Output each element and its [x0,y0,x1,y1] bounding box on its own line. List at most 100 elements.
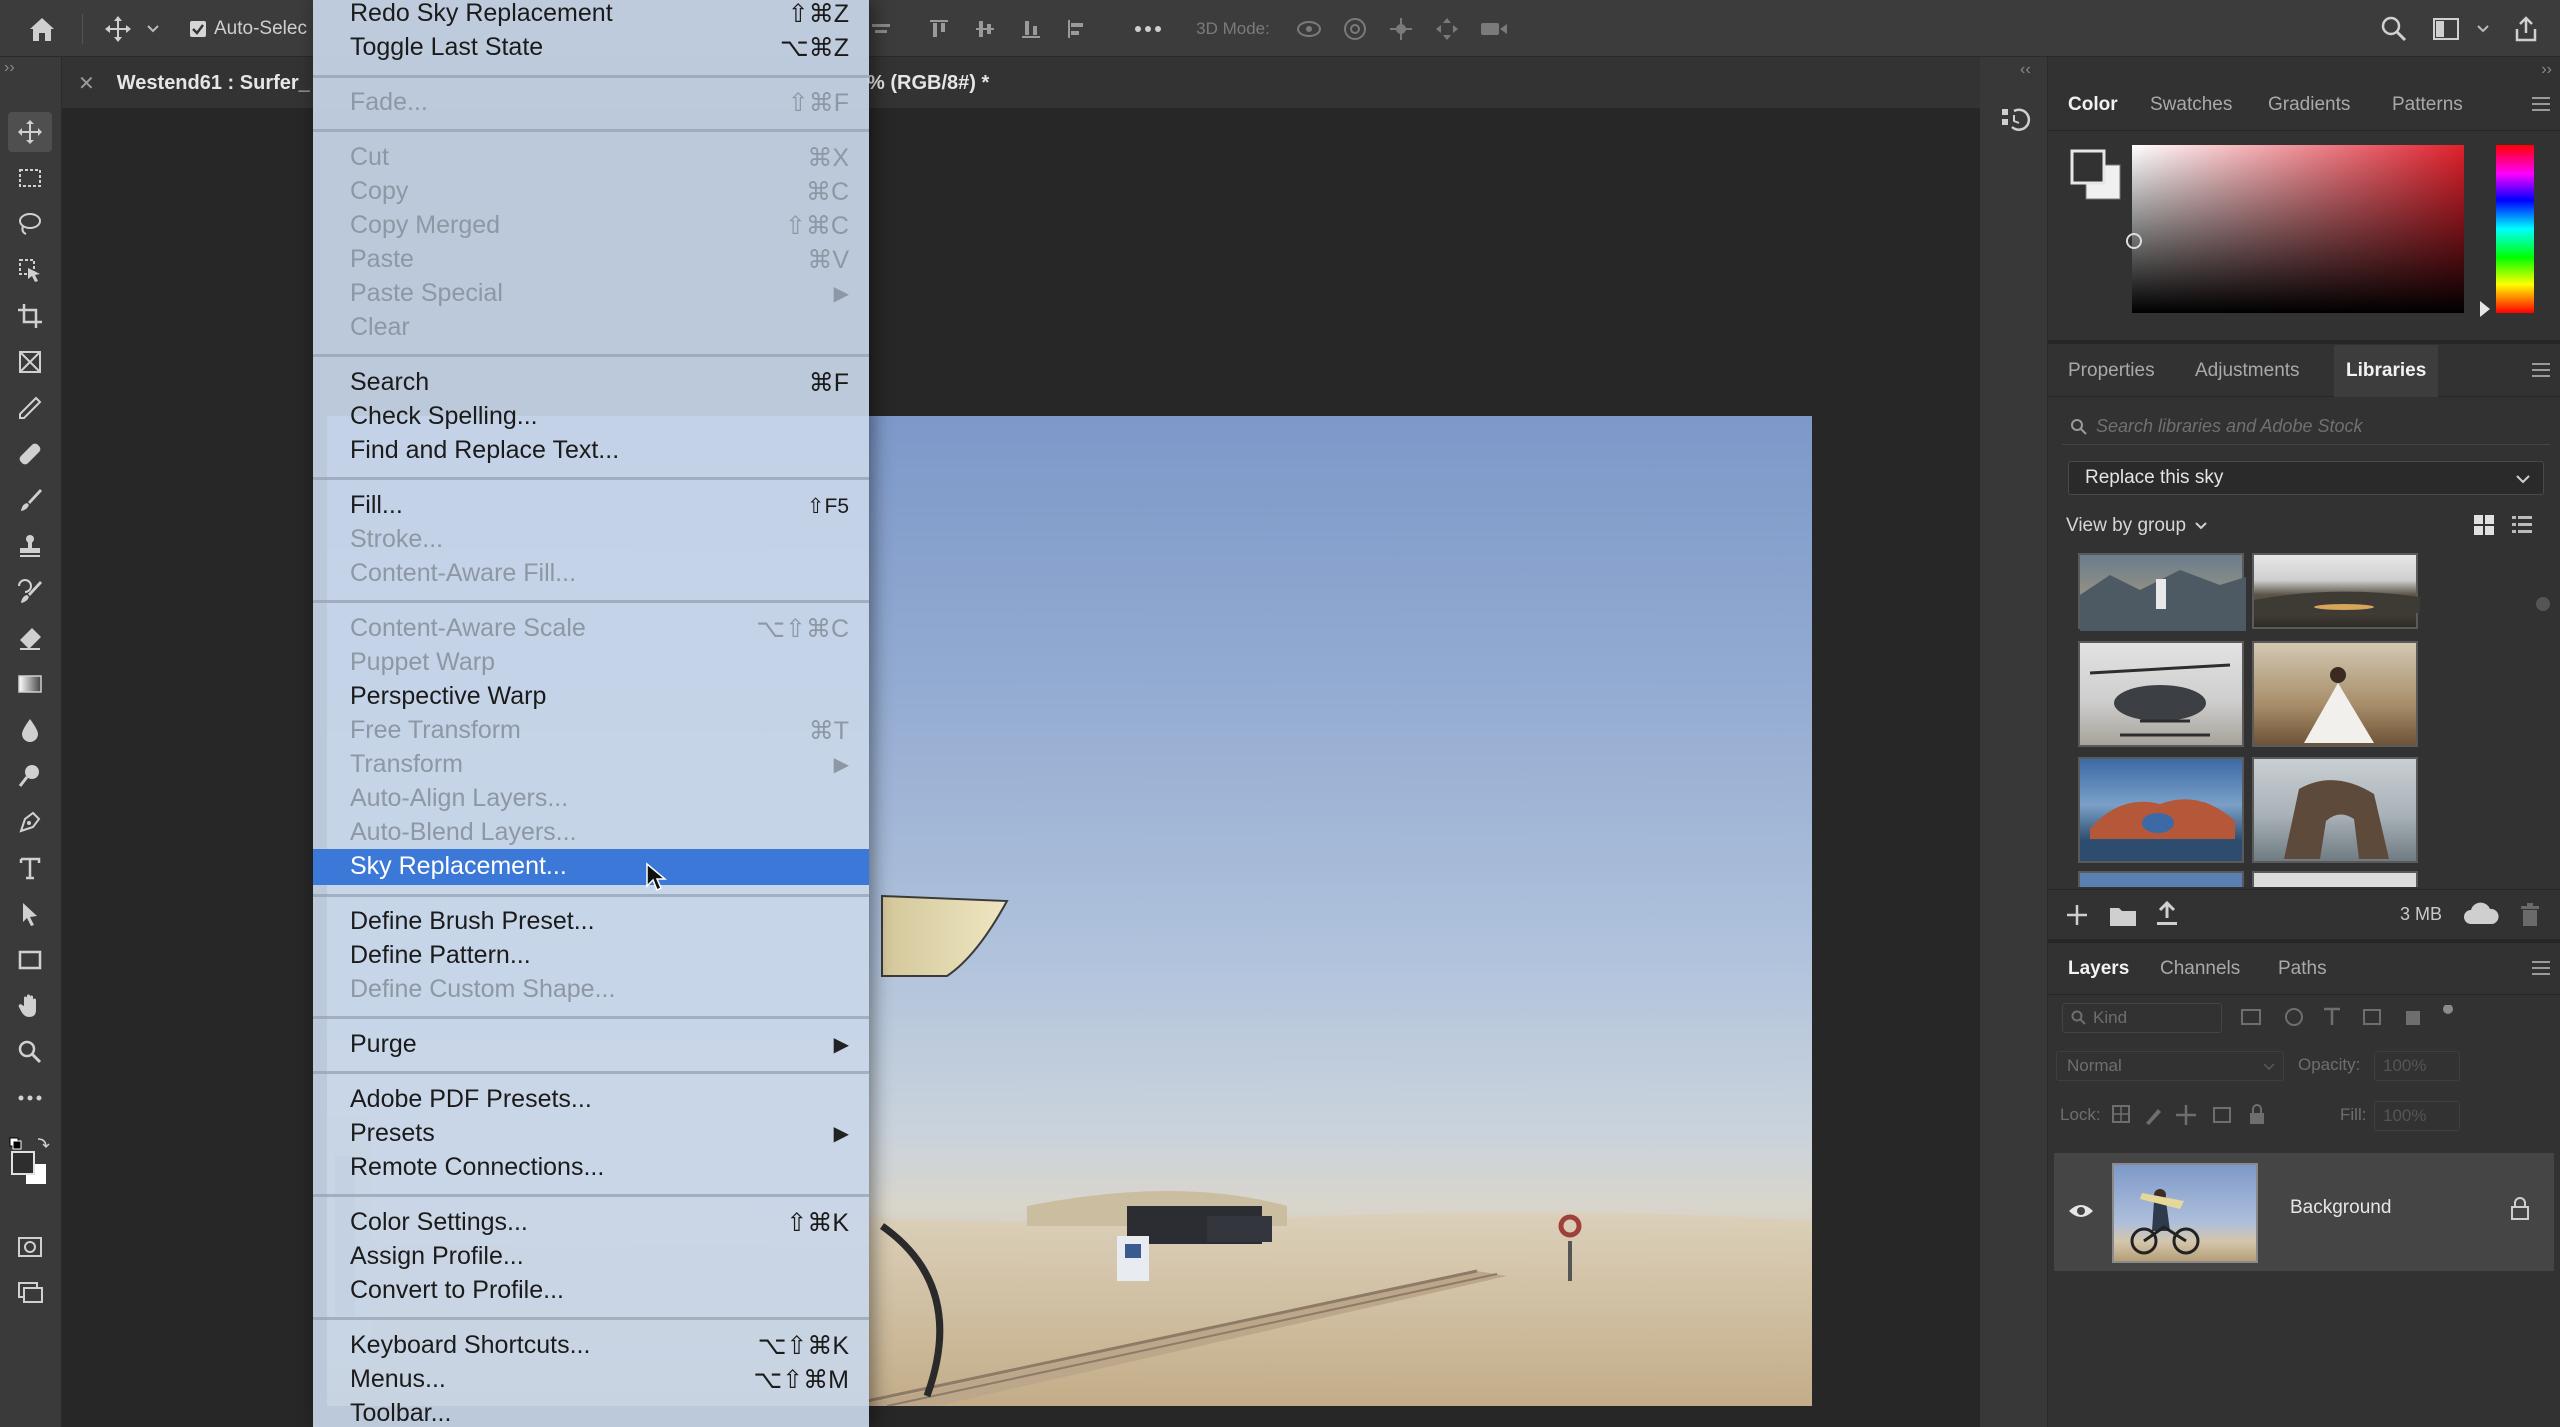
lasso-tool-button[interactable] [8,204,52,244]
blend-mode-select[interactable]: Normal [2056,1051,2284,1081]
tab-adjustments[interactable]: Adjustments [2195,345,2300,397]
workspace-icon[interactable] [2428,0,2464,57]
menu-item-paste[interactable]: Paste ⌘V [313,243,869,277]
menu-item-define-brush-preset[interactable]: Define Brush Preset... [313,905,869,939]
tab-gradients[interactable]: Gradients [2268,79,2350,131]
menu-item-paste-special[interactable]: Paste Special ▶ [313,277,869,311]
foreground-background-color-swatch[interactable] [8,1132,52,1192]
menu-item-copy[interactable]: Copy ⌘C [313,175,869,209]
3d-pan-icon[interactable] [1384,0,1418,57]
eyedropper-tool-button[interactable] [8,388,52,428]
library-thumbnail[interactable] [2078,553,2246,631]
color-field[interactable] [2126,145,2464,313]
library-thumbnail[interactable] [2078,641,2244,747]
menu-item-content-aware-fill[interactable]: Content-Aware Fill... [313,557,869,591]
home-icon[interactable] [22,0,62,57]
3d-slide-icon[interactable] [1430,0,1464,57]
edit-toolbar-icon[interactable] [8,1078,52,1118]
share-icon[interactable] [2508,0,2544,57]
menu-item-puppet-warp[interactable]: Puppet Warp [313,646,869,680]
tab-paths[interactable]: Paths [2278,943,2327,995]
hand-tool-button[interactable] [8,986,52,1026]
color-picker-handle[interactable] [2126,233,2142,249]
search-icon[interactable] [2376,0,2412,57]
libraries-scrollbar-thumb[interactable] [2536,597,2550,611]
menu-item-redo-sky-replacement[interactable]: Redo Sky Replacement ⇧⌘Z [313,0,869,31]
screen-mode-icon[interactable] [8,1273,52,1313]
menu-item-auto-blend-layers[interactable]: Auto-Blend Layers... [313,816,869,850]
marquee-tool-button[interactable] [8,158,52,198]
menu-item-find-and-replace-text[interactable]: Find and Replace Text... [313,434,869,468]
toolbar-collapse-icon[interactable]: ›› [4,59,15,77]
menu-item-transform[interactable]: Transform ▶ [313,748,869,782]
menu-item-convert-to-profile[interactable]: Convert to Profile... [313,1274,869,1308]
menu-item-stroke[interactable]: Stroke... [313,523,869,557]
list-view-icon[interactable] [2510,513,2534,537]
document-tab[interactable]: ✕ Westend61 : Surfer_ [78,57,310,109]
library-select[interactable]: Replace this sky [2068,461,2544,495]
view-by-group-dropdown[interactable]: View by group [2066,511,2208,541]
tab-channels[interactable]: Channels [2160,943,2240,995]
workspace-chevron-icon[interactable] [2472,0,2494,57]
menu-item-keyboard-shortcuts[interactable]: Keyboard Shortcuts... ⌥⇧⌘K [313,1329,869,1363]
type-tool-button[interactable] [8,848,52,888]
menu-item-adobe-pdf-presets[interactable]: Adobe PDF Presets... [313,1083,869,1117]
add-element-icon[interactable] [2064,902,2090,933]
panel-collapse-icon[interactable]: ›› [2541,61,2552,79]
cloud-icon[interactable] [2462,900,2500,933]
dock-collapse-icon[interactable]: ‹‹ [2020,61,2031,79]
menu-item-auto-align-layers[interactable]: Auto-Align Layers... [313,782,869,816]
document-tab-suffix[interactable]: % (RGB/8#) * [867,57,989,109]
menu-item-toolbar[interactable]: Toolbar... [313,1397,869,1427]
move-tool-button[interactable] [8,112,52,152]
align-vertical-center-icon[interactable] [970,0,1000,57]
grid-view-icon[interactable] [2472,513,2496,537]
menu-item-free-transform[interactable]: Free Transform ⌘T [313,714,869,748]
library-thumbnail[interactable] [2078,757,2244,863]
folder-icon[interactable] [2108,902,2138,933]
fill-field[interactable]: 100% [2374,1101,2460,1131]
menu-item-copy-merged[interactable]: Copy Merged ⇧⌘C [313,209,869,243]
eraser-tool-button[interactable] [8,618,52,658]
menu-item-perspective-warp[interactable]: Perspective Warp [313,680,869,714]
align-top-icon[interactable] [924,0,954,57]
menu-item-fade[interactable]: Fade... ⇧⌘F [313,86,869,120]
library-thumbnail[interactable] [2252,757,2418,863]
tab-patterns[interactable]: Patterns [2392,79,2463,131]
libraries-panel-menu-icon[interactable] [2532,363,2550,377]
trash-icon[interactable] [2518,902,2542,933]
path-selection-tool-button[interactable] [8,894,52,934]
move-tool-icon[interactable] [98,0,138,57]
fg-bg-color-preview[interactable] [2068,147,2124,203]
layer-row[interactable]: Background [2054,1153,2554,1271]
history-brush-tool-button[interactable] [8,572,52,612]
color-panel-menu-icon[interactable] [2532,97,2550,111]
3d-camera-icon[interactable] [1476,0,1512,57]
opacity-field[interactable]: 100% [2374,1051,2460,1081]
libraries-search-field[interactable]: Search libraries and Adobe Stock [2062,409,2550,445]
tab-color[interactable]: Color [2068,79,2118,131]
menu-item-cut[interactable]: Cut ⌘X [313,141,869,175]
menu-item-menus[interactable]: Menus... ⌥⇧⌘M [313,1363,869,1397]
object-selection-tool-button[interactable] [8,250,52,290]
menu-item-presets[interactable]: Presets ▶ [313,1117,869,1151]
layers-panel-menu-icon[interactable] [2532,961,2550,975]
dodge-tool-button[interactable] [8,756,52,796]
menu-item-define-pattern[interactable]: Define Pattern... [313,939,869,973]
tab-libraries[interactable]: Libraries [2334,345,2439,397]
library-thumbnail[interactable] [2252,553,2420,629]
menu-item-clear[interactable]: Clear [313,311,869,345]
menu-item-define-custom-shape[interactable]: Define Custom Shape... [313,973,869,1007]
menu-item-check-spelling[interactable]: Check Spelling... [313,400,869,434]
menu-item-assign-profile[interactable]: Assign Profile... [313,1240,869,1274]
3d-orbit-icon[interactable] [1292,0,1326,57]
align-left-icon[interactable] [1062,0,1092,57]
hue-slider-marker[interactable] [2480,301,2490,317]
pen-tool-button[interactable] [8,802,52,842]
gradient-tool-button[interactable] [8,664,52,704]
menu-item-fill[interactable]: Fill... ⇧F5 [313,489,869,523]
quick-mask-icon[interactable] [8,1227,52,1267]
blur-tool-button[interactable] [8,710,52,750]
3d-roll-icon[interactable] [1338,0,1372,57]
crop-tool-button[interactable] [8,296,52,336]
